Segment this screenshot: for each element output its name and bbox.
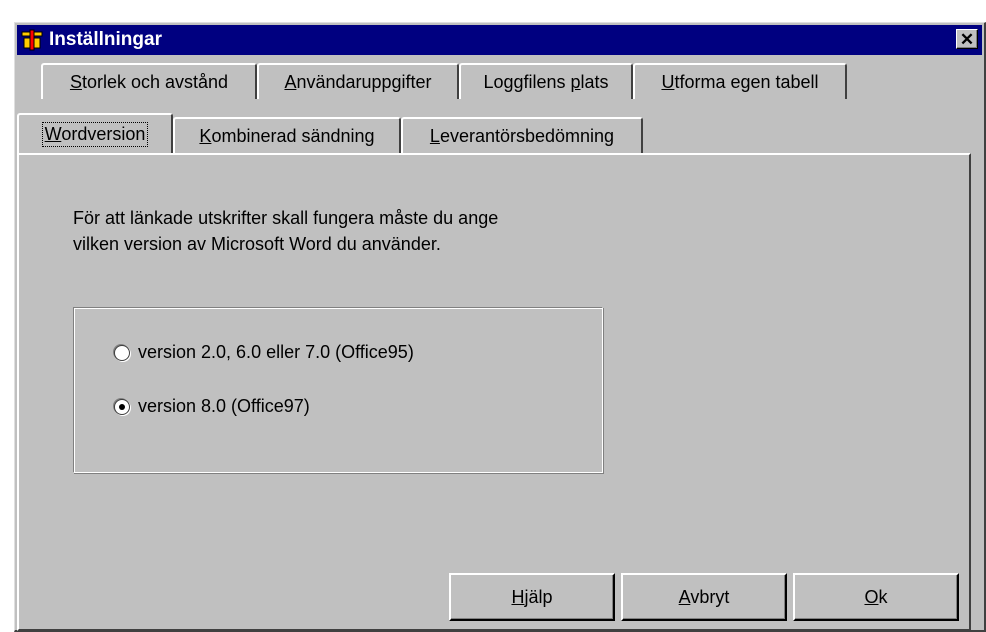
app-icon [21,29,43,51]
tab-label: Leverantörsbedömning [429,125,615,146]
radio-selected-dot [119,403,125,410]
tab-label: Storlek och avstånd [69,71,229,92]
tab-label: Kombinerad sändning [199,125,375,146]
tab-kombinerad-sandning[interactable]: Kombinerad sändning [173,117,401,153]
radio-office97-button[interactable] [114,398,130,415]
radio-office95-label: version 2.0, 6.0 eller 7.0 (Office95) [138,342,414,362]
tab-label: Utforma egen tabell [661,71,819,92]
ok-button[interactable]: Ok [793,573,959,621]
ok-button-label: Ok [864,586,888,607]
settings-window: Inställningar ✕ Storlek och avstånd Anvä… [14,22,986,632]
tab-label: Wordversion [41,121,149,147]
help-button-label: Hjälp [511,586,553,607]
description-line-2: vilken version av Microsoft Word du anvä… [73,234,441,254]
description-text: För att länkade utskrifter skall fungera… [73,205,498,257]
tab-label: Loggfilens plats [483,71,609,92]
description-line-1: För att länkade utskrifter skall fungera… [73,208,499,228]
radio-office95[interactable]: version 2.0, 6.0 eller 7.0 (Office95) [114,342,414,363]
word-version-group: version 2.0, 6.0 eller 7.0 (Office95) ve… [73,307,603,473]
tab-panel-wordversion: För att länkade utskrifter skall fungera… [17,153,971,631]
radio-office97[interactable]: version 8.0 (Office97) [114,396,310,417]
tab-wordversion[interactable]: Wordversion [17,113,173,153]
tab-label: Användaruppgifter [284,71,432,92]
cancel-button-label: Avbryt [678,586,730,607]
radio-office97-label: version 8.0 (Office97) [138,396,310,416]
cancel-button[interactable]: Avbryt [621,573,787,621]
close-button[interactable]: ✕ [956,29,978,49]
title-bar[interactable]: Inställningar ✕ [17,25,982,55]
tab-anvandaruppgifter[interactable]: Användaruppgifter [257,63,459,99]
tab-storlek[interactable]: Storlek och avstånd [41,63,257,99]
close-icon: ✕ [959,30,975,49]
window-title: Inställningar [49,29,162,50]
radio-office95-button[interactable] [114,344,130,361]
tab-utforma-egen-tabell[interactable]: Utforma egen tabell [633,63,847,99]
tab-loggfilens-plats[interactable]: Loggfilens plats [459,63,633,99]
help-button[interactable]: Hjälp [449,573,615,621]
tab-leverantorsbedomning[interactable]: Leverantörsbedömning [401,117,643,153]
